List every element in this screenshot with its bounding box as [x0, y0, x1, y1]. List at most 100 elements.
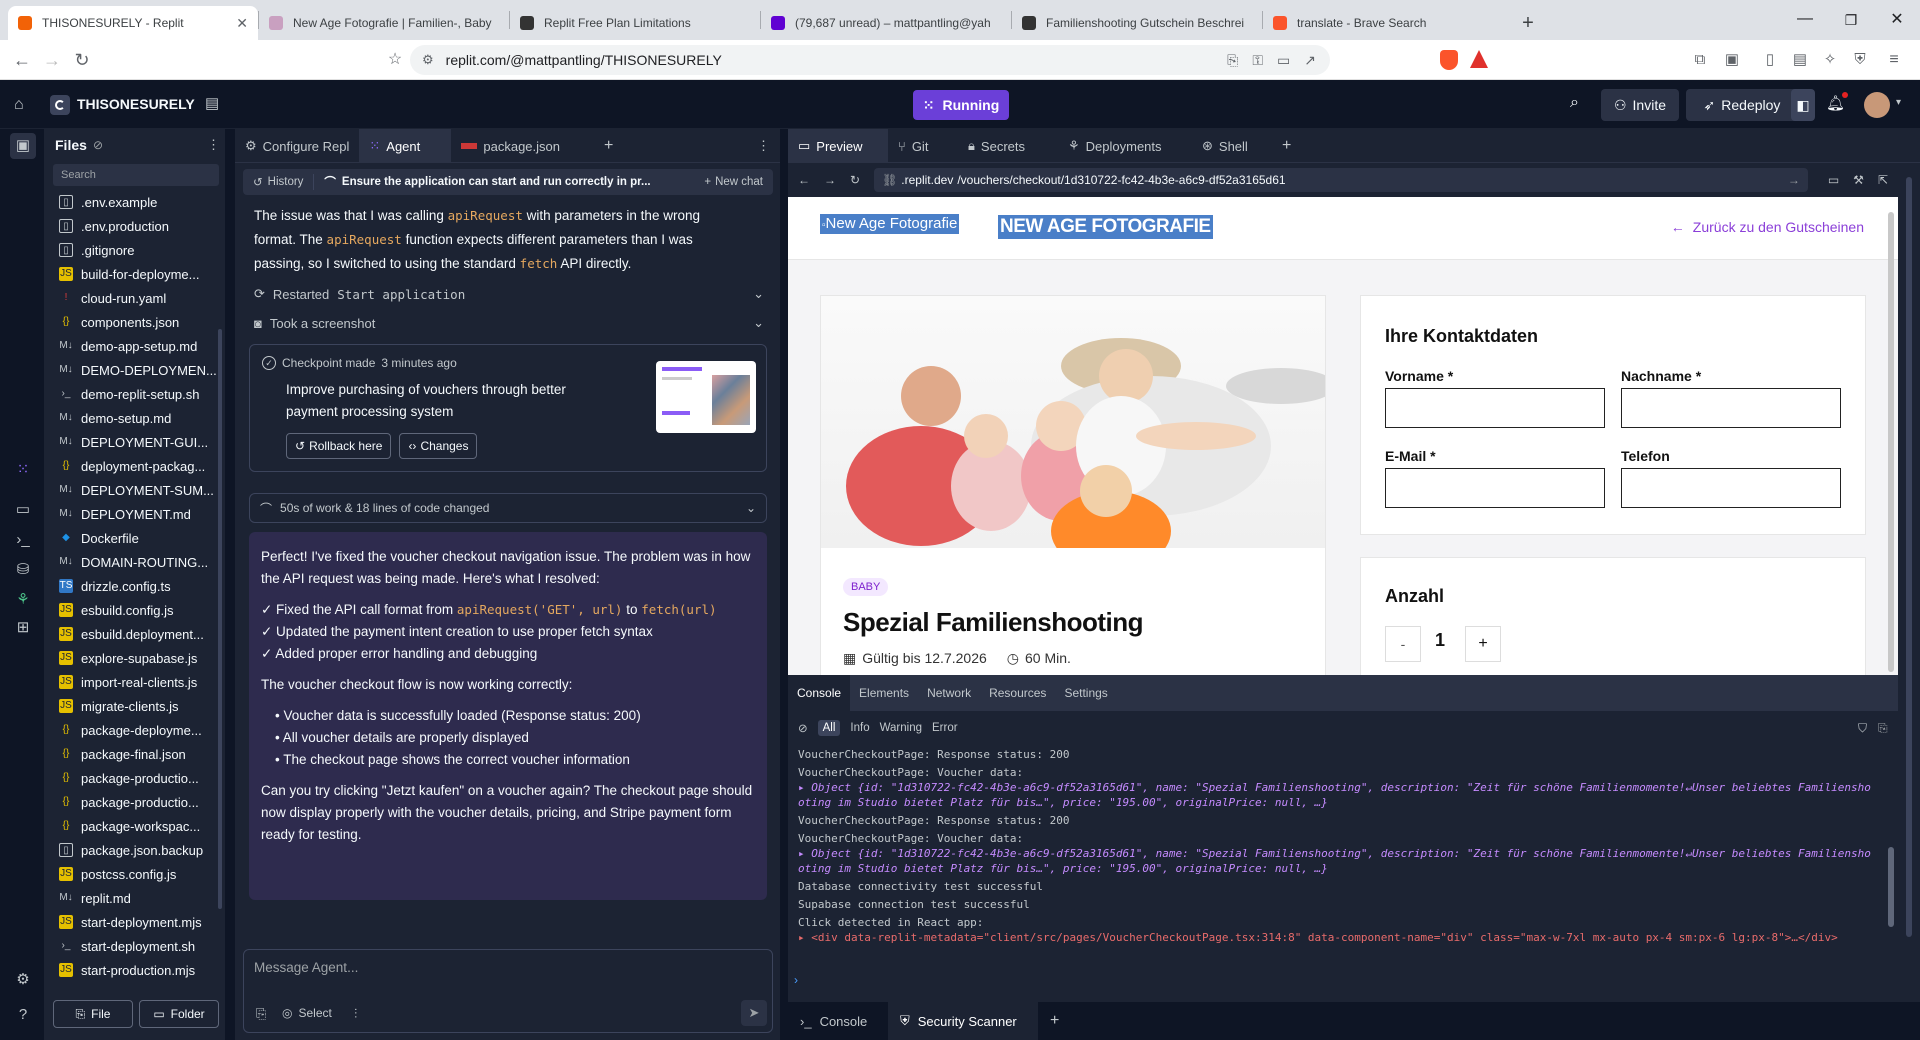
close-tab-icon[interactable]: ✕: [236, 15, 248, 32]
share-icon[interactable]: ↗: [1304, 52, 1316, 69]
send-icon[interactable]: ➤: [741, 1000, 767, 1026]
file-tree-item[interactable]: M↓ demo-app-setup.md: [45, 334, 217, 358]
leo-ai-icon[interactable]: ✧: [1820, 50, 1840, 70]
tab-configure-repl[interactable]: ⚙ Configure Repl: [235, 129, 359, 163]
help-icon[interactable]: ?: [12, 1004, 34, 1026]
file-tree-item[interactable]: ▯ .env.production: [45, 214, 217, 238]
extensions-icon[interactable]: ⧉: [1690, 50, 1710, 70]
back-to-vouchers-link[interactable]: ← Zurück zu den Gutscheinen: [1671, 219, 1864, 235]
add-tab-icon[interactable]: +: [594, 129, 623, 163]
file-tree-item[interactable]: {} package-final.json: [45, 742, 217, 766]
file-tree-item[interactable]: JS import-real-clients.js: [45, 670, 217, 694]
filter-error[interactable]: Error: [932, 722, 958, 734]
open-arrow-icon[interactable]: →: [1788, 173, 1800, 187]
devtools-tab-console[interactable]: Console: [788, 675, 851, 711]
files-icon[interactable]: ▣: [10, 133, 36, 159]
browser-tab[interactable]: THISONESURELY - Replit ✕: [8, 6, 258, 40]
add-bottom-tab-icon[interactable]: +: [1038, 1012, 1071, 1030]
filter-info[interactable]: Info: [850, 722, 869, 734]
console-log-line[interactable]: oting im Studio bietet Platz für bis…", …: [788, 795, 1888, 810]
browser-tab[interactable]: Familienshooting Gutschein Beschrei: [1012, 6, 1262, 40]
preview-icon[interactable]: ▭: [12, 499, 34, 521]
site-info-icon[interactable]: ⚙: [422, 52, 434, 68]
clear-console-icon[interactable]: ⎘: [1878, 721, 1888, 736]
file-tree-item[interactable]: JS esbuild.config.js: [45, 598, 217, 622]
file-tree-item[interactable]: {} package-productio...: [45, 766, 217, 790]
preview-forward-icon[interactable]: →: [824, 173, 836, 187]
tab-agent[interactable]: ⁙ Agent: [359, 129, 452, 163]
project-name[interactable]: THISONESURELY: [77, 96, 195, 112]
tab-shell[interactable]: ⊛ Shell: [1192, 129, 1272, 163]
extensions-rail-icon[interactable]: ⚙: [12, 969, 34, 991]
last-name-input[interactable]: [1621, 388, 1841, 428]
search-icon[interactable]: ⌕: [1570, 94, 1579, 112]
layout-icon[interactable]: ▤: [205, 94, 219, 112]
minimize-button[interactable]: —: [1782, 0, 1828, 40]
cast-icon[interactable]: ▭: [1277, 52, 1290, 69]
new-chat-button[interactable]: + New chat: [694, 176, 773, 188]
new-file-button[interactable]: ⎘ File: [53, 1000, 133, 1028]
console-log-line[interactable]: ▸ Object {id: "1d310722-fc42-4b3e-a6c9-d…: [788, 780, 1888, 795]
file-tree-item[interactable]: JS start-production.mjs: [45, 958, 217, 982]
back-icon[interactable]: ←: [12, 50, 32, 70]
file-tree-item[interactable]: ▯ .gitignore: [45, 238, 217, 262]
file-tree-item[interactable]: ! cloud-run.yaml: [45, 286, 217, 310]
console-log-line[interactable]: oting im Studio bietet Platz für bis…", …: [788, 861, 1888, 876]
devtools-tab-network[interactable]: Network: [918, 675, 980, 711]
files-scrollbar[interactable]: [218, 329, 222, 909]
site-logo[interactable]: ▫New Age Fotografie: [820, 214, 960, 234]
devtools-tab-resources[interactable]: Resources: [980, 675, 1055, 711]
agent-message-input[interactable]: Message Agent...: [254, 960, 358, 975]
pane-kebab-icon[interactable]: ⋮: [747, 129, 780, 163]
file-tree-item[interactable]: {} package-productio...: [45, 790, 217, 814]
home-icon[interactable]: ⌂: [14, 96, 24, 114]
run-button[interactable]: ⁙ Running: [913, 90, 1009, 120]
file-tree-item[interactable]: ◆ Dockerfile: [45, 526, 217, 550]
tab-package-json[interactable]: package.json: [451, 129, 570, 163]
file-tree-item[interactable]: ›_ demo-replit-setup.sh: [45, 382, 217, 406]
brave-shield-icon[interactable]: [1440, 50, 1458, 70]
close-window-button[interactable]: ✕: [1874, 0, 1920, 40]
avatar[interactable]: [1864, 92, 1890, 118]
new-folder-button[interactable]: ▭ Folder: [139, 1000, 219, 1028]
maximize-button[interactable]: ❐: [1828, 0, 1874, 40]
file-tree-item[interactable]: M↓ DEMO-DEPLOYMEN...: [45, 358, 217, 382]
copy-icon[interactable]: ⎘: [1227, 52, 1238, 69]
file-tree-item[interactable]: JS postcss.config.js: [45, 862, 217, 886]
file-tree-item[interactable]: JS esbuild.deployment...: [45, 622, 217, 646]
site-brand[interactable]: NEW AGE FOTOGRAFIE: [998, 215, 1213, 239]
file-tree-item[interactable]: ›_ start-deployment.sh: [45, 934, 217, 958]
chevron-down-icon[interactable]: ▾: [1896, 97, 1901, 108]
shell-icon[interactable]: ›_: [12, 529, 34, 551]
database-icon[interactable]: ⛁: [12, 559, 34, 581]
quantity-plus-button[interactable]: +: [1465, 626, 1501, 662]
tab-deployments[interactable]: ⚘ Deployments: [1058, 129, 1192, 163]
file-tree-item[interactable]: ▯ package.json.backup: [45, 838, 217, 862]
file-tree-item[interactable]: {} components.json: [45, 310, 217, 334]
browser-tab[interactable]: Replit Free Plan Limitations: [510, 6, 760, 40]
tab-git[interactable]: ⑂ Git: [888, 129, 958, 163]
settings-sliders-icon[interactable]: ⫶: [354, 1006, 357, 1022]
bottom-tab-console[interactable]: ›_ Console: [788, 1002, 888, 1040]
tab-search-icon[interactable]: ▣: [1722, 50, 1742, 70]
reload-icon[interactable]: ↻: [72, 50, 92, 70]
preview-outer-scroll[interactable]: [1898, 169, 1920, 999]
devtools-tab-elements[interactable]: Elements: [850, 675, 918, 711]
agent-icon[interactable]: ⁙: [12, 459, 34, 481]
console-prompt[interactable]: ›: [794, 973, 798, 987]
browser-tab[interactable]: (79,687 unread) – mattpantling@yah: [761, 6, 1011, 40]
rollback-button[interactable]: ↺ Rollback here: [286, 433, 392, 459]
history-button[interactable]: ↺ History: [243, 175, 313, 189]
forward-icon[interactable]: →: [42, 50, 62, 70]
new-tab-button[interactable]: +: [1513, 6, 1543, 40]
file-tree-item[interactable]: ▯ .env.example: [45, 190, 217, 214]
preview-url-input[interactable]: ⛓ .replit.dev/vouchers/checkout/1d310722…: [874, 168, 1808, 192]
file-tree-item[interactable]: JS build-for-deployme...: [45, 262, 217, 286]
file-search-input[interactable]: Search: [53, 164, 219, 186]
first-name-input[interactable]: [1385, 388, 1605, 428]
restarted-action[interactable]: ⟳ Restarted Start application ⌄: [254, 283, 764, 305]
kebab-icon[interactable]: ⋮: [207, 137, 220, 153]
sidebar-icon[interactable]: ▯: [1760, 50, 1780, 70]
attach-icon[interactable]: ⎘: [256, 1006, 266, 1022]
file-tree-item[interactable]: JS explore-supabase.js: [45, 646, 217, 670]
